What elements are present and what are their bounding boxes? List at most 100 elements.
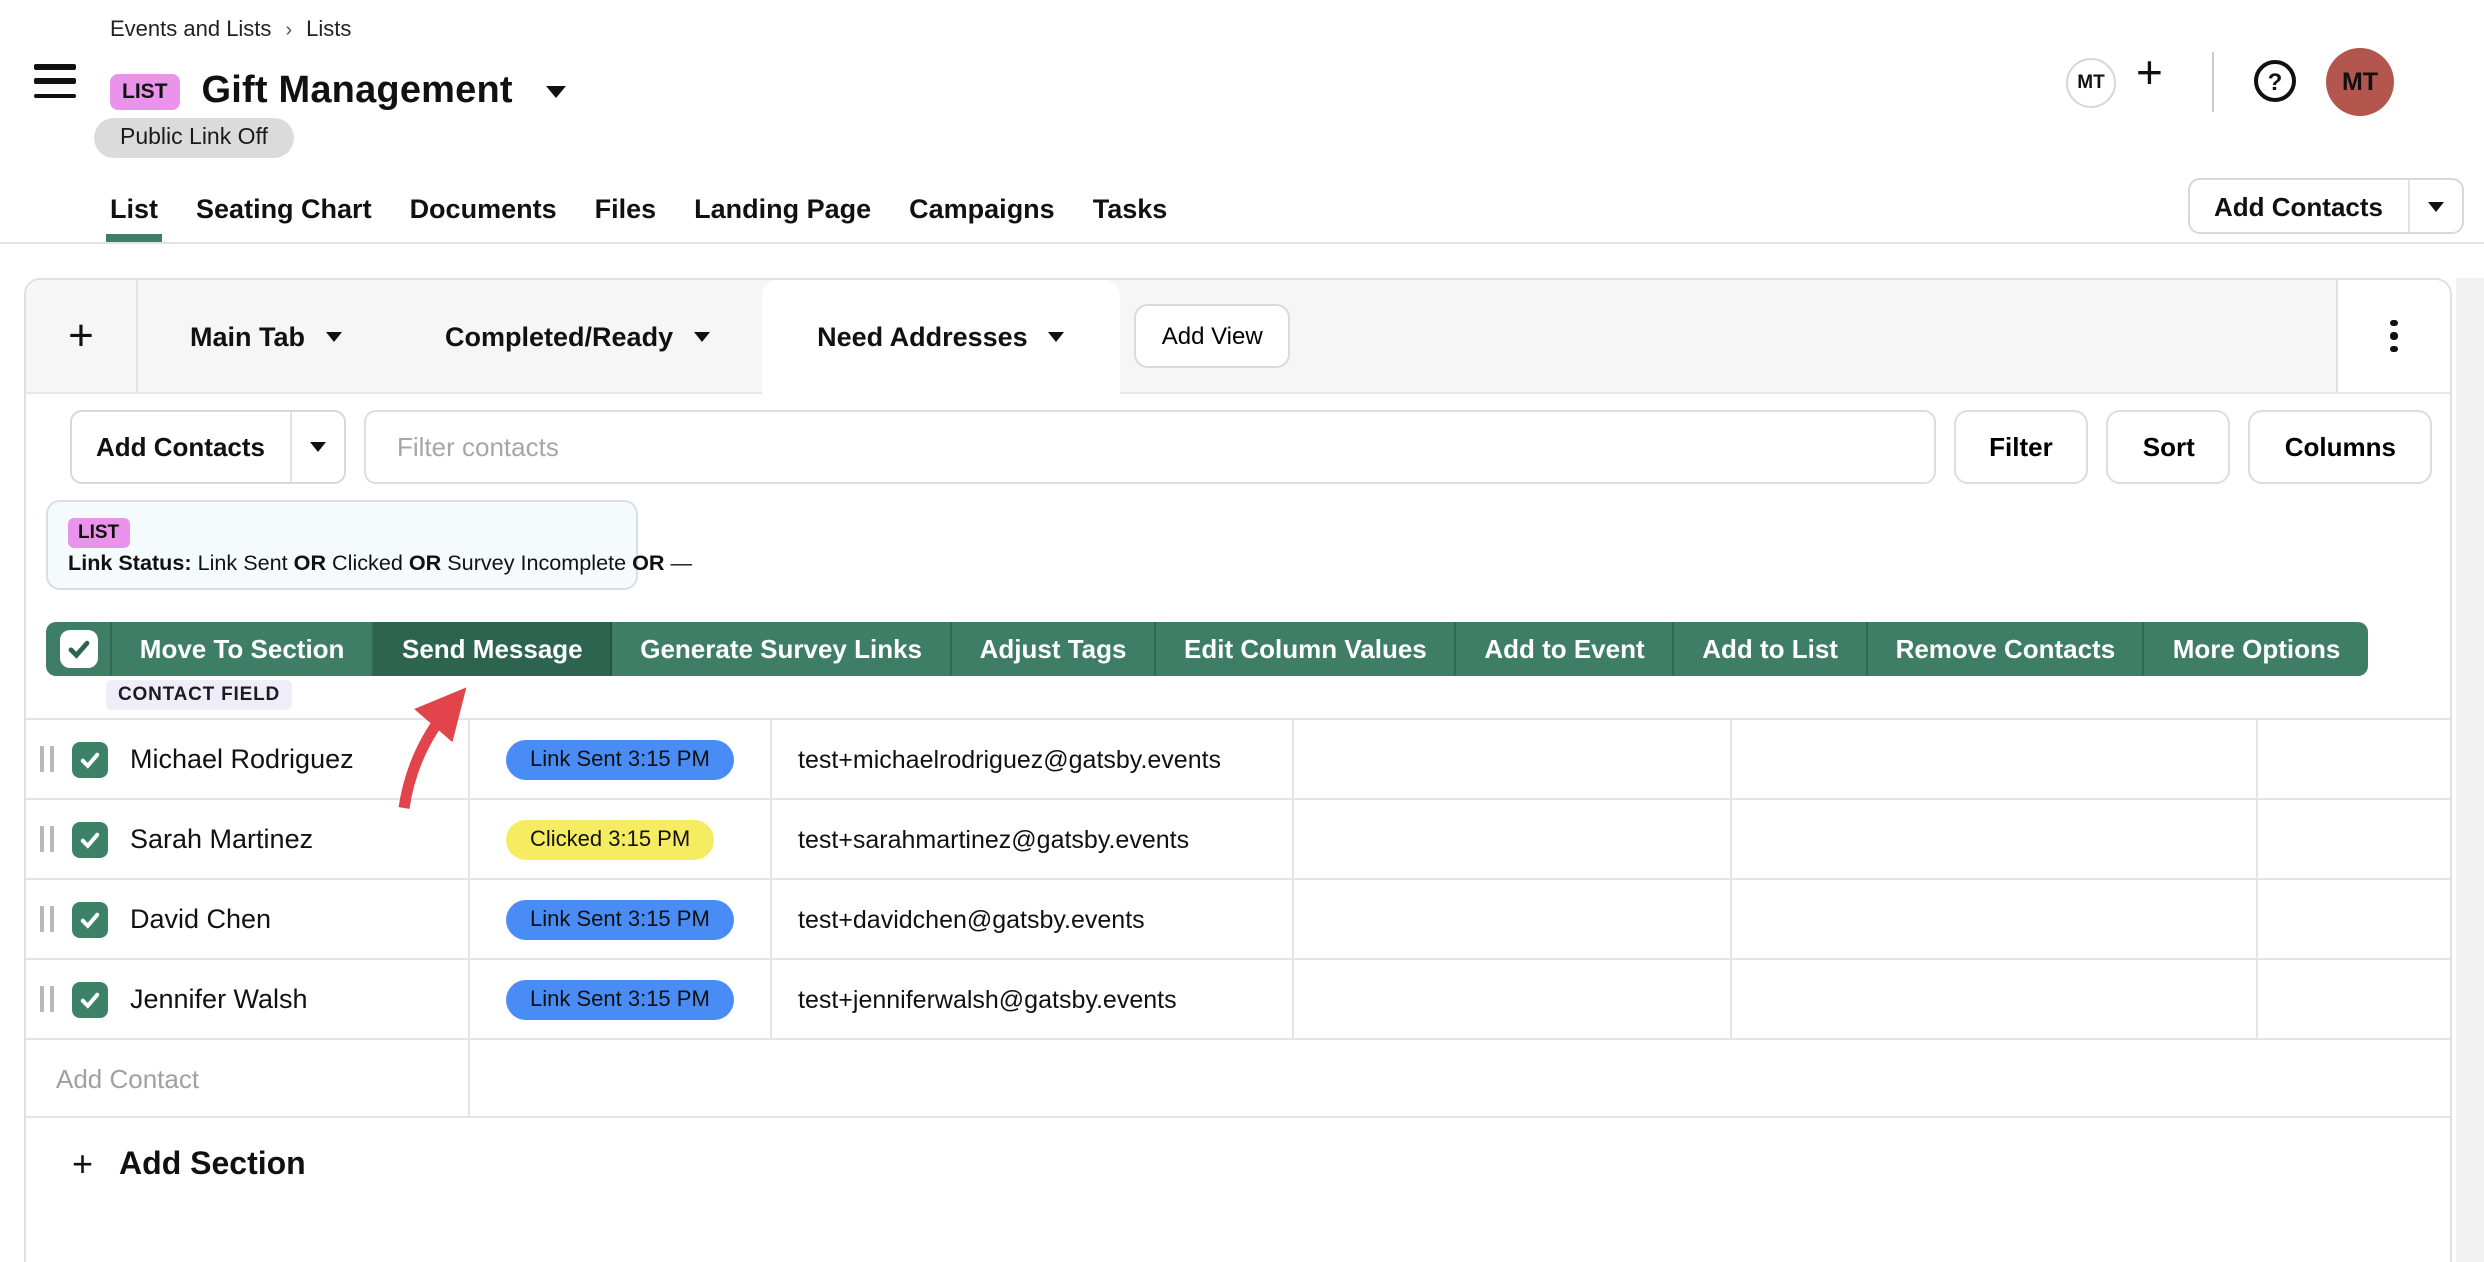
view-tab-completed-ready[interactable]: Completed/Ready xyxy=(393,280,761,392)
empty-cell[interactable] xyxy=(1294,880,1732,958)
status-badge[interactable]: Clicked 3:15 PM xyxy=(506,819,714,859)
empty-cell[interactable] xyxy=(1732,800,2258,878)
empty-cell[interactable] xyxy=(1294,800,1732,878)
view-tab-label: Main Tab xyxy=(190,321,305,351)
view-options-button[interactable] xyxy=(2336,280,2450,392)
select-all-checkbox[interactable] xyxy=(46,622,112,676)
contact-name: David Chen xyxy=(130,904,271,934)
status-cell[interactable]: Link Sent 3:15 PM xyxy=(470,880,772,958)
view-tab-main-tab[interactable]: Main Tab xyxy=(138,280,393,392)
filter-button[interactable]: Filter xyxy=(1953,410,2089,484)
empty-cell[interactable] xyxy=(1732,880,2258,958)
add-section-button[interactable]: + Add Section xyxy=(26,1118,2450,1186)
nav-tab-tasks[interactable]: Tasks xyxy=(1093,194,1168,224)
action-button-more-options[interactable]: More Options xyxy=(2145,622,2368,676)
email-cell[interactable]: test+sarahmartinez@gatsby.events xyxy=(772,800,1294,878)
add-contact-placeholder[interactable]: Add Contact xyxy=(26,1040,470,1116)
status-cell[interactable]: Clicked 3:15 PM xyxy=(470,800,772,878)
status-badge[interactable]: Link Sent 3:15 PM xyxy=(506,979,734,1019)
list-card: + Main TabCompleted/ReadyNeed Addresses … xyxy=(24,278,2452,1262)
add-workspace-icon[interactable]: + xyxy=(2136,50,2163,96)
status-badge[interactable]: Link Sent 3:15 PM xyxy=(506,739,734,779)
name-cell[interactable]: Michael Rodriguez xyxy=(26,720,470,798)
nav-tab-files[interactable]: Files xyxy=(595,194,657,224)
drag-handle-icon[interactable] xyxy=(40,826,54,852)
email-cell[interactable]: test+jenniferwalsh@gatsby.events xyxy=(772,960,1294,1038)
contact-email: test+davidchen@gatsby.events xyxy=(798,905,1145,933)
action-button-remove-contacts[interactable]: Remove Contacts xyxy=(1868,622,2145,676)
filter-chip-list-badge: LIST xyxy=(68,518,129,548)
view-tabs: Main Tab Completed/ReadyNeed Addresses xyxy=(138,280,1120,392)
filter-contacts-input[interactable] xyxy=(363,410,1935,484)
nav-tab-seating-chart[interactable]: Seating Chart xyxy=(196,194,372,224)
empty-cell[interactable] xyxy=(1294,720,1732,798)
columns-button[interactable]: Columns xyxy=(2249,410,2432,484)
bulk-action-bar: Move To SectionSend MessageGenerate Surv… xyxy=(46,622,2368,676)
action-button-edit-column-values[interactable]: Edit Column Values xyxy=(1156,622,1456,676)
add-contacts-label: Add Contacts xyxy=(72,412,289,482)
action-button-move-to-section[interactable]: Move To Section xyxy=(112,622,374,676)
add-contacts-button-toolbar[interactable]: Add Contacts xyxy=(70,410,345,484)
public-link-status-badge[interactable]: Public Link Off xyxy=(94,118,294,158)
action-button-adjust-tags[interactable]: Adjust Tags xyxy=(952,622,1156,676)
drag-handle-icon[interactable] xyxy=(40,986,54,1012)
empty-cell[interactable] xyxy=(2258,720,2450,798)
breadcrumb-lists[interactable]: Lists xyxy=(306,18,351,42)
nav-tab-list[interactable]: List xyxy=(110,194,158,224)
empty-cell[interactable] xyxy=(2258,960,2450,1038)
table-row-jennifer-walsh: Jennifer Walsh Link Sent 3:15 PM test+je… xyxy=(26,960,2450,1040)
view-tab-strip: + Main TabCompleted/ReadyNeed Addresses … xyxy=(26,280,2450,394)
breadcrumb-events-and-lists[interactable]: Events and Lists xyxy=(110,18,271,42)
help-icon[interactable]: ? xyxy=(2254,60,2296,102)
hamburger-menu-icon[interactable] xyxy=(34,64,76,98)
row-checkbox[interactable] xyxy=(72,741,108,777)
contact-email: test+michaelrodriguez@gatsby.events xyxy=(798,745,1221,773)
empty-cell[interactable] xyxy=(1294,960,1732,1038)
action-button-generate-survey-links[interactable]: Generate Survey Links xyxy=(612,622,951,676)
page-title: Gift Management xyxy=(202,70,513,114)
email-cell[interactable]: test+michaelrodriguez@gatsby.events xyxy=(772,720,1294,798)
status-badge[interactable]: Link Sent 3:15 PM xyxy=(506,899,734,939)
drag-handle-icon[interactable] xyxy=(40,906,54,932)
nav-tab-documents[interactable]: Documents xyxy=(410,194,557,224)
contact-name: Sarah Martinez xyxy=(130,824,313,854)
status-cell[interactable]: Link Sent 3:15 PM xyxy=(470,720,772,798)
add-tab-button[interactable]: + xyxy=(26,280,138,392)
row-checkbox[interactable] xyxy=(72,821,108,857)
contact-field-column-header[interactable]: CONTACT FIELD xyxy=(106,680,292,710)
action-button-send-message[interactable]: Send Message xyxy=(374,622,612,676)
drag-handle-icon[interactable] xyxy=(40,746,54,772)
nav-tab-landing-page[interactable]: Landing Page xyxy=(694,194,871,224)
row-checkbox[interactable] xyxy=(72,901,108,937)
nav-tab-campaigns[interactable]: Campaigns xyxy=(909,194,1055,224)
title-row: LIST Gift Management xyxy=(110,70,567,114)
workspace-avatar[interactable]: MT xyxy=(2066,58,2116,108)
chevron-down-icon xyxy=(325,331,341,341)
add-view-button[interactable]: Add View xyxy=(1134,304,1291,368)
primary-nav-tabs: List Seating Chart Documents Files Landing P… xyxy=(110,176,1167,242)
add-contacts-caret[interactable] xyxy=(2407,180,2461,232)
chevron-down-icon xyxy=(693,331,709,341)
contact-name: Michael Rodriguez xyxy=(130,744,354,774)
user-avatar[interactable]: MT xyxy=(2326,48,2394,116)
add-contacts-caret[interactable] xyxy=(289,412,343,482)
action-button-add-to-list[interactable]: Add to List xyxy=(1674,622,1867,676)
active-filter-chip[interactable]: LIST Link Status: Link Sent OR Clicked O… xyxy=(46,500,638,590)
email-cell[interactable]: test+davidchen@gatsby.events xyxy=(772,880,1294,958)
kebab-vertical-icon xyxy=(2391,320,2398,353)
add-contacts-button-top[interactable]: Add Contacts xyxy=(2188,178,2463,234)
sort-button[interactable]: Sort xyxy=(2107,410,2231,484)
empty-cell[interactable] xyxy=(2258,800,2450,878)
action-button-add-to-event[interactable]: Add to Event xyxy=(1457,622,1675,676)
empty-cell[interactable] xyxy=(1732,720,2258,798)
view-tab-need-addresses[interactable]: Need Addresses xyxy=(761,280,1120,394)
status-cell[interactable]: Link Sent 3:15 PM xyxy=(470,960,772,1038)
name-cell[interactable]: David Chen xyxy=(26,880,470,958)
empty-cell[interactable] xyxy=(1732,960,2258,1038)
name-cell[interactable]: Jennifer Walsh xyxy=(26,960,470,1038)
app-viewport: Events and Lists › Lists LIST Gift Manag… xyxy=(0,0,2484,1262)
name-cell[interactable]: Sarah Martinez xyxy=(26,800,470,878)
title-dropdown-caret-icon[interactable] xyxy=(547,86,567,98)
empty-cell[interactable] xyxy=(2258,880,2450,958)
row-checkbox[interactable] xyxy=(72,981,108,1017)
